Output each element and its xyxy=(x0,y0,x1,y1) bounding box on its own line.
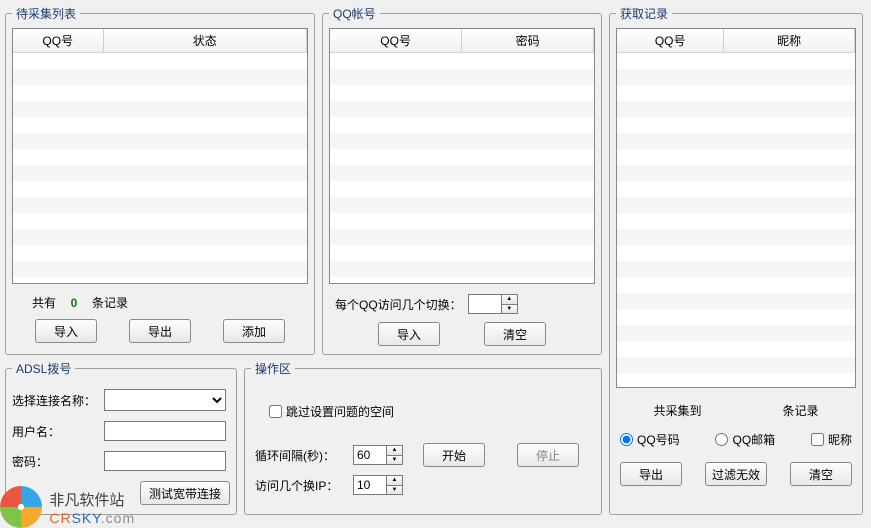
pending-group: 待采集列表 QQ号 状态 共有 0 条记录 导入 导出 添加 xyxy=(5,5,315,355)
chk-nick-text: 昵称 xyxy=(828,431,852,448)
chk-nick-label[interactable]: 昵称 xyxy=(811,431,852,448)
ops-group: 操作区 跳过设置问题的空间 循环间隔(秒)： ▲ ▼ 开始 停止 访问几个换IP… xyxy=(244,360,602,515)
switch-row: 每个QQ访问几个切换： ▲ ▼ xyxy=(335,294,595,314)
ops-ipswitch-spinner[interactable]: ▲ ▼ xyxy=(353,475,403,495)
adsl-conn-label: 选择连接名称： xyxy=(12,392,98,409)
accounts-table[interactable]: QQ号 密码 xyxy=(330,29,594,53)
pending-legend: 待采集列表 xyxy=(12,5,80,22)
adsl-legend: ADSL拨号 xyxy=(12,360,75,377)
results-filter-button[interactable]: 过滤无效 xyxy=(705,462,767,486)
radio-mail-text: QQ邮箱 xyxy=(732,431,775,448)
results-table-wrap: QQ号 昵称 xyxy=(616,28,856,388)
adsl-user-input[interactable] xyxy=(104,421,226,441)
adsl-user-label: 用户名： xyxy=(12,423,98,440)
pending-count-prefix: 共有 xyxy=(32,294,56,311)
ops-stop-button[interactable]: 停止 xyxy=(517,443,579,467)
adsl-pwd-label: 密码： xyxy=(12,453,98,470)
pending-count-row: 共有 0 条记录 xyxy=(32,294,308,311)
results-legend: 获取记录 xyxy=(616,5,672,22)
results-summary-row: 共采集到 条记录 xyxy=(616,402,856,419)
pending-count-suffix: 条记录 xyxy=(92,294,128,311)
results-col-nick[interactable]: 昵称 xyxy=(724,29,855,53)
results-group: 获取记录 QQ号 昵称 共采集到 条记录 QQ号码 QQ邮箱 昵称 导出 过滤无… xyxy=(609,5,863,515)
radio-qq[interactable] xyxy=(620,433,633,446)
ops-ipswitch-up-icon[interactable]: ▲ xyxy=(387,476,402,486)
accounts-col-qq[interactable]: QQ号 xyxy=(330,29,462,53)
ops-ipswitch-input[interactable] xyxy=(353,475,387,495)
chk-nick[interactable] xyxy=(811,433,824,446)
results-table[interactable]: QQ号 昵称 xyxy=(617,29,855,53)
ops-interval-down-icon[interactable]: ▼ xyxy=(387,456,402,465)
ops-legend: 操作区 xyxy=(251,360,295,377)
radio-qq-label[interactable]: QQ号码 xyxy=(620,431,680,448)
adsl-conn-select[interactable] xyxy=(104,389,226,411)
pending-table-body xyxy=(13,53,307,284)
ops-interval-spinner[interactable]: ▲ ▼ xyxy=(353,445,403,465)
adsl-group: ADSL拨号 选择连接名称： 用户名： 密码： 测试宽带连接 xyxy=(5,360,237,515)
switch-spinner[interactable]: ▲ ▼ xyxy=(468,294,518,314)
ops-interval-up-icon[interactable]: ▲ xyxy=(387,446,402,456)
pending-count-value: 0 xyxy=(62,296,86,310)
ops-ipswitch-down-icon[interactable]: ▼ xyxy=(387,486,402,495)
accounts-group: QQ帐号 QQ号 密码 每个QQ访问几个切换： ▲ ▼ 导入 清空 xyxy=(322,5,602,355)
results-export-button[interactable]: 导出 xyxy=(620,462,682,486)
ops-start-button[interactable]: 开始 xyxy=(423,443,485,467)
switch-down-icon[interactable]: ▼ xyxy=(502,305,517,314)
accounts-table-body xyxy=(330,53,594,284)
ops-ipswitch-label: 访问几个换IP： xyxy=(255,477,347,494)
results-table-body xyxy=(617,53,855,388)
accounts-import-button[interactable]: 导入 xyxy=(378,322,440,346)
ops-skip-label[interactable]: 跳过设置问题的空间 xyxy=(269,403,394,420)
results-col-qq[interactable]: QQ号 xyxy=(617,29,724,53)
accounts-legend: QQ帐号 xyxy=(329,5,380,22)
pending-export-button[interactable]: 导出 xyxy=(129,319,191,343)
switch-up-icon[interactable]: ▲ xyxy=(502,295,517,305)
ops-skip-chk[interactable] xyxy=(269,405,282,418)
results-clear-button[interactable]: 清空 xyxy=(790,462,852,486)
pending-add-button[interactable]: 添加 xyxy=(223,319,285,343)
pending-table-wrap: QQ号 状态 xyxy=(12,28,308,284)
switch-input[interactable] xyxy=(468,294,502,314)
results-summary-suffix: 条记录 xyxy=(782,402,818,419)
results-summary-prefix: 共采集到 xyxy=(653,402,701,419)
pending-import-button[interactable]: 导入 xyxy=(35,319,97,343)
ops-interval-input[interactable] xyxy=(353,445,387,465)
pending-col-status[interactable]: 状态 xyxy=(103,29,307,53)
accounts-col-pwd[interactable]: 密码 xyxy=(462,29,594,53)
adsl-test-button[interactable]: 测试宽带连接 xyxy=(140,481,230,505)
pending-table[interactable]: QQ号 状态 xyxy=(13,29,307,53)
radio-mail-label[interactable]: QQ邮箱 xyxy=(715,431,775,448)
accounts-table-wrap: QQ号 密码 xyxy=(329,28,595,284)
ops-interval-label: 循环间隔(秒)： xyxy=(255,447,347,464)
ops-skip-text: 跳过设置问题的空间 xyxy=(286,403,394,420)
pending-col-qq[interactable]: QQ号 xyxy=(13,29,103,53)
switch-label: 每个QQ访问几个切换： xyxy=(335,296,462,313)
radio-qq-text: QQ号码 xyxy=(637,431,680,448)
adsl-pwd-input[interactable] xyxy=(104,451,226,471)
radio-mail[interactable] xyxy=(715,433,728,446)
accounts-clear-button[interactable]: 清空 xyxy=(484,322,546,346)
